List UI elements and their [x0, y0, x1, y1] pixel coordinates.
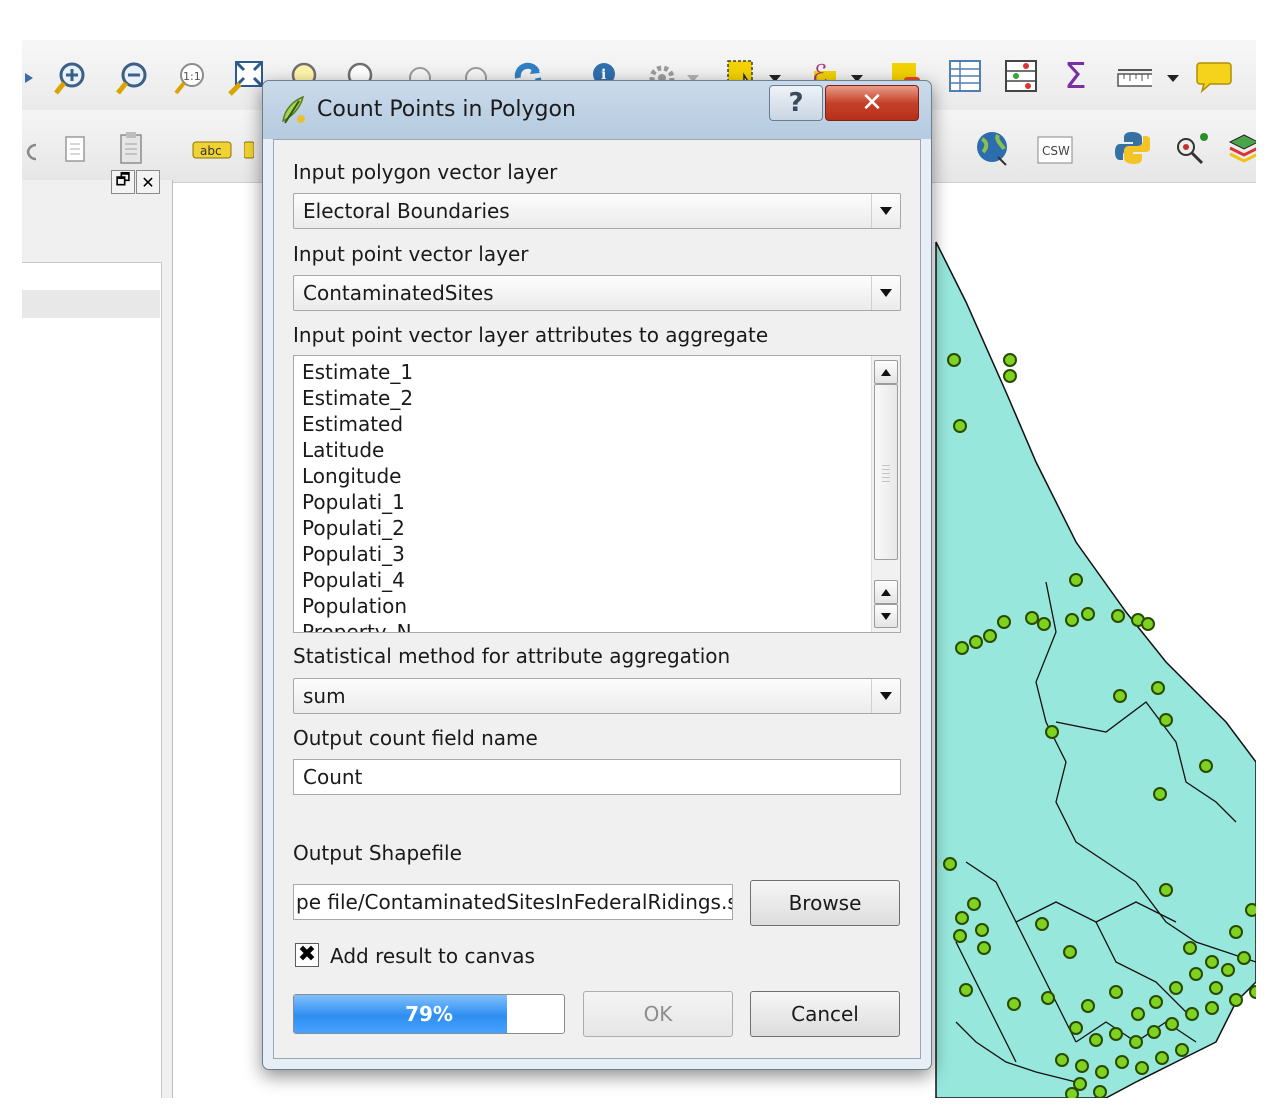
statistics-summary-icon[interactable]: Σ — [1058, 56, 1094, 94]
cancel-button[interactable]: Cancel — [750, 991, 900, 1037]
electoral-boundaries-polygon — [935, 241, 1256, 1098]
zoom-out-icon[interactable] — [114, 60, 150, 96]
toolbar-overflow-icon[interactable] — [22, 60, 36, 96]
point-layer-select[interactable]: ContaminatedSites — [293, 275, 901, 311]
cancel-label: Cancel — [791, 1002, 859, 1026]
svg-text:1:1: 1:1 — [183, 70, 201, 83]
map-tips-icon[interactable] — [1196, 58, 1232, 94]
attribute-list-item[interactable]: Populati_1 — [302, 490, 405, 514]
wms-globe-icon[interactable] — [974, 130, 1010, 166]
stat-method-value: sum — [303, 684, 346, 708]
progress-bar: 79% — [293, 994, 565, 1034]
zoom-native-resolution-icon[interactable]: 1:1 — [172, 60, 208, 96]
float-panel-button[interactable]: 🗗 — [111, 170, 135, 194]
attribute-list-item[interactable]: Estimate_1 — [302, 360, 413, 384]
attribute-list-item[interactable]: Populati_4 — [302, 568, 405, 592]
count-field-input[interactable]: Count — [293, 759, 901, 795]
chevron-down-icon — [871, 194, 900, 228]
field-calculator-icon[interactable] — [1002, 58, 1038, 94]
ok-button[interactable]: OK — [583, 991, 733, 1037]
scroll-down-button[interactable] — [874, 604, 898, 628]
measure-line-icon[interactable] — [1116, 60, 1152, 96]
scroll-thumb[interactable] — [874, 384, 898, 560]
point-layer-value: ContaminatedSites — [303, 281, 494, 305]
browse-label: Browse — [788, 891, 862, 915]
add-to-canvas-checkbox[interactable]: ✖ — [295, 943, 319, 967]
close-button[interactable]: ✕ — [825, 85, 919, 121]
checkmark-icon: ✖ — [297, 942, 317, 967]
attribute-table-icon[interactable] — [946, 58, 982, 94]
help-icon: ? — [788, 88, 804, 118]
chevron-down-icon — [871, 276, 900, 310]
attributes-label: Input point vector layer attributes to a… — [293, 323, 769, 347]
layers-list[interactable] — [22, 262, 162, 1098]
stat-method-select[interactable]: sum — [293, 678, 901, 714]
stat-method-label: Statistical method for attribute aggrega… — [293, 644, 731, 668]
close-icon: ✕ — [141, 172, 155, 192]
csw-text: CSW — [1042, 144, 1070, 158]
close-icon: ✕ — [861, 88, 883, 118]
toolbar-overflow-icon[interactable] — [22, 134, 40, 170]
polygon-layer-label: Input polygon vector layer — [293, 160, 558, 184]
output-shapefile-input[interactable]: pe file/ContaminatedSitesInFederalRiding… — [293, 884, 733, 920]
attribute-list-item[interactable]: Property_N — [302, 620, 412, 632]
zoom-in-icon[interactable] — [52, 60, 88, 96]
attributes-scrollbar[interactable] — [871, 356, 900, 632]
attribute-list-item[interactable]: Estimate_2 — [302, 386, 413, 410]
attribute-list-item[interactable]: Population — [302, 594, 407, 618]
dialog-title-bar[interactable]: Count Points in Polygon ? ✕ — [263, 81, 931, 139]
georeferencer-icon[interactable] — [1172, 130, 1208, 166]
browse-button[interactable]: Browse — [750, 880, 900, 926]
progress-text: 79% — [405, 1002, 453, 1026]
count-field-value: Count — [303, 765, 363, 789]
plugin-icon — [279, 93, 307, 129]
float-panel-icon: 🗗 — [115, 169, 131, 189]
layers-stack-icon[interactable] — [1226, 130, 1256, 166]
add-to-canvas-label: Add result to canvas — [330, 944, 535, 968]
output-shapefile-value: pe file/ContaminatedSitesInFederalRiding… — [296, 890, 733, 914]
attribute-list-item[interactable]: Estimated — [302, 412, 403, 436]
chevron-down-icon — [871, 679, 900, 713]
output-shapefile-label: Output Shapefile — [293, 841, 462, 865]
label-tool-text: abc — [200, 144, 222, 158]
scroll-up-button[interactable] — [874, 360, 898, 384]
scroll-up-button[interactable] — [874, 580, 898, 604]
layer-row-selected[interactable] — [22, 290, 160, 318]
close-panel-button[interactable]: ✕ — [136, 170, 160, 194]
point-layer-label: Input point vector layer — [293, 242, 529, 266]
attributes-list[interactable]: Estimate_1 Estimate_2 Estimated Latitude Lon… — [293, 355, 901, 633]
python-console-icon[interactable] — [1114, 130, 1150, 166]
chevron-down-icon[interactable] — [1164, 60, 1182, 96]
attribute-list-item[interactable]: Longitude — [302, 464, 401, 488]
sum-glyph: Σ — [1064, 56, 1087, 94]
count-field-label: Output count field name — [293, 726, 538, 750]
polygon-layer-value: Electoral Boundaries — [303, 199, 510, 223]
paste-features-icon[interactable] — [114, 130, 150, 166]
attribute-list-item[interactable]: Latitude — [302, 438, 384, 462]
attribute-list-item[interactable]: Populati_3 — [302, 542, 405, 566]
zoom-full-icon[interactable] — [228, 58, 264, 96]
dialog-title: Count Points in Polygon — [317, 97, 576, 122]
attribute-list-item[interactable]: Populati_2 — [302, 516, 405, 540]
ok-label: OK — [643, 1002, 673, 1026]
polygon-layer-select[interactable]: Electoral Boundaries — [293, 193, 901, 229]
help-button[interactable]: ? — [769, 85, 823, 121]
copy-features-icon[interactable] — [58, 132, 94, 168]
